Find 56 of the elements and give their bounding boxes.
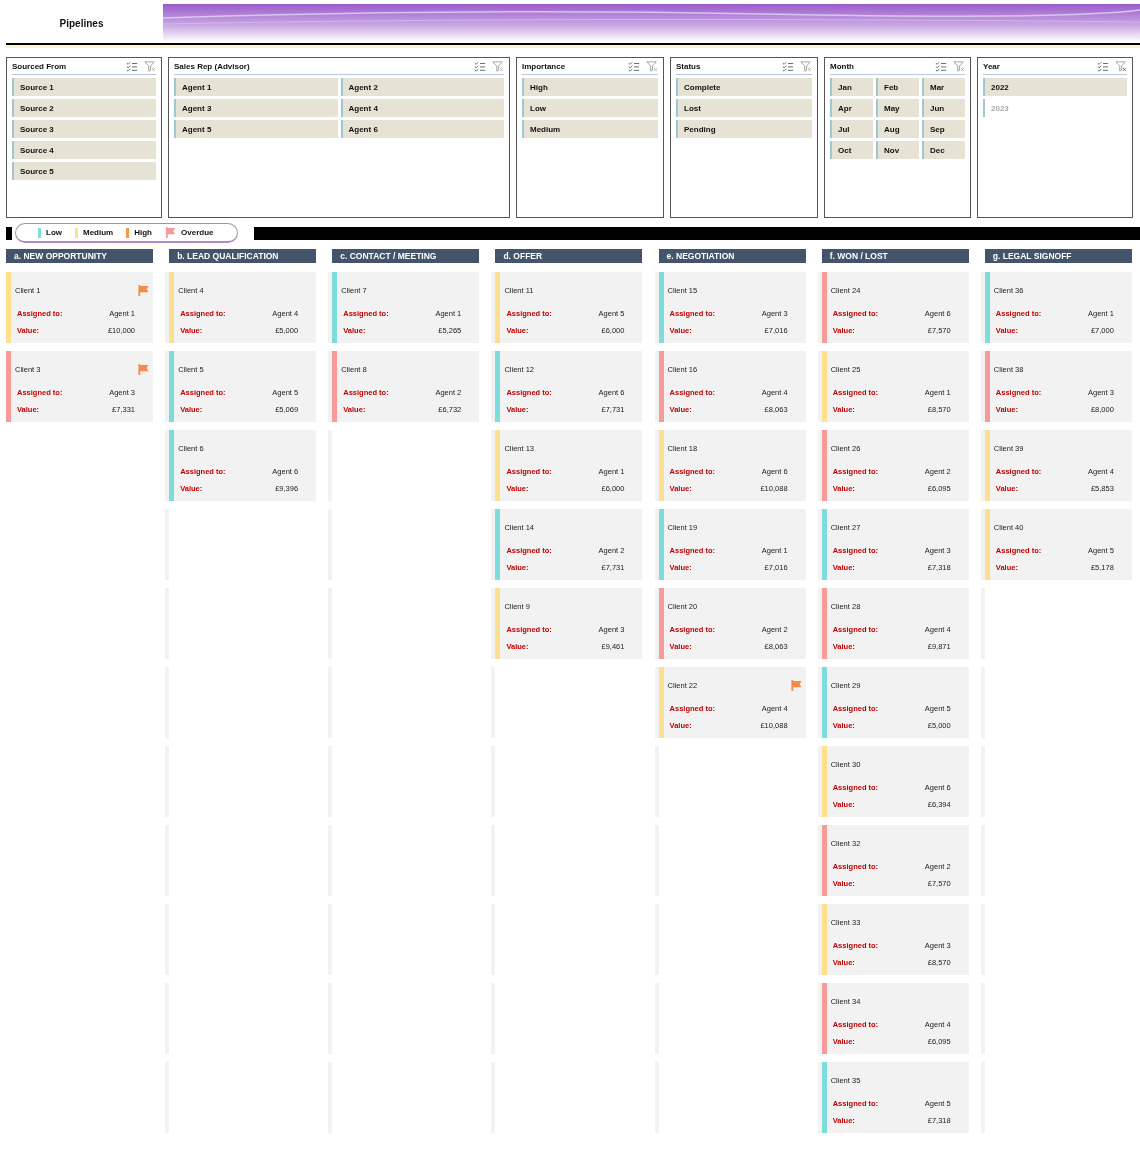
- page-title: Pipelines: [59, 17, 104, 29]
- filter-option[interactable]: Source 4: [12, 141, 156, 159]
- filter-option[interactable]: Source 5: [12, 162, 156, 180]
- filter-option[interactable]: Medium: [522, 120, 658, 138]
- filter-option[interactable]: Jun: [922, 99, 965, 117]
- filter-option[interactable]: Sep: [922, 120, 965, 138]
- filter-option[interactable]: Source 1: [12, 78, 156, 96]
- filter-option[interactable]: Feb: [876, 78, 919, 96]
- filter-option[interactable]: Agent 1: [174, 78, 338, 96]
- stage-header: d. OFFER: [495, 249, 643, 263]
- filter-title: Month: [830, 62, 855, 71]
- filter-option[interactable]: Agent 2: [340, 78, 504, 96]
- filter-option[interactable]: May: [876, 99, 919, 117]
- filter-option[interactable]: Apr: [830, 99, 873, 117]
- multi-select-icon[interactable]: [782, 61, 794, 72]
- filter-title: Year: [983, 62, 1001, 71]
- stage-header: b. LEAD QUALIFICATION: [169, 249, 317, 263]
- filter-option[interactable]: 2022: [983, 78, 1127, 96]
- multi-select-icon[interactable]: [474, 61, 486, 72]
- filter-option[interactable]: Jan: [830, 78, 873, 96]
- filter-option[interactable]: Source 3: [12, 120, 156, 138]
- legend-label: Overdue: [181, 228, 214, 237]
- filter-option[interactable]: Low: [522, 99, 658, 117]
- multi-select-icon[interactable]: [1097, 61, 1109, 72]
- filter-option[interactable]: Nov: [876, 141, 919, 159]
- header-block: [6, 226, 12, 240]
- legend-label: High: [134, 228, 152, 237]
- filter-option[interactable]: Agent 3: [174, 99, 338, 117]
- filter-title: Sourced From: [12, 62, 68, 71]
- filter-option[interactable]: Agent 4: [340, 99, 504, 117]
- filter-option[interactable]: Jul: [830, 120, 873, 138]
- stage-header: e. NEGOTIATION: [658, 249, 806, 263]
- clear-filter-icon[interactable]: [1115, 61, 1127, 72]
- filter-title: Status: [676, 62, 702, 71]
- stage-header: a. NEW OPPORTUNITY: [6, 249, 153, 263]
- legend-label: Low: [46, 228, 62, 237]
- filter-title: Importance: [522, 62, 567, 71]
- stage-header: g. LEGAL SIGNOFF: [984, 249, 1132, 263]
- filter-option[interactable]: Dec: [922, 141, 965, 159]
- filter-option[interactable]: Mar: [922, 78, 965, 96]
- filter-option[interactable]: Agent 6: [340, 120, 504, 138]
- filter-option[interactable]: High: [522, 78, 658, 96]
- multi-select-icon[interactable]: [628, 61, 640, 72]
- filter-option[interactable]: Source 2: [12, 99, 156, 117]
- filter-option[interactable]: Lost: [676, 99, 812, 117]
- filter-option[interactable]: Aug: [876, 120, 919, 138]
- stage-header: c. CONTACT / MEETING: [332, 249, 480, 263]
- multi-select-icon[interactable]: [126, 61, 138, 72]
- filter-option[interactable]: Pending: [676, 120, 812, 138]
- filter-option[interactable]: Complete: [676, 78, 812, 96]
- legend-label: Medium: [83, 228, 114, 237]
- filter-option[interactable]: Agent 5: [174, 120, 338, 138]
- stage-header: f. WON / LOST: [821, 249, 969, 263]
- filter-option[interactable]: Oct: [830, 141, 873, 159]
- multi-select-icon[interactable]: [935, 61, 947, 72]
- filter-title: Sales Rep (Advisor): [174, 62, 251, 71]
